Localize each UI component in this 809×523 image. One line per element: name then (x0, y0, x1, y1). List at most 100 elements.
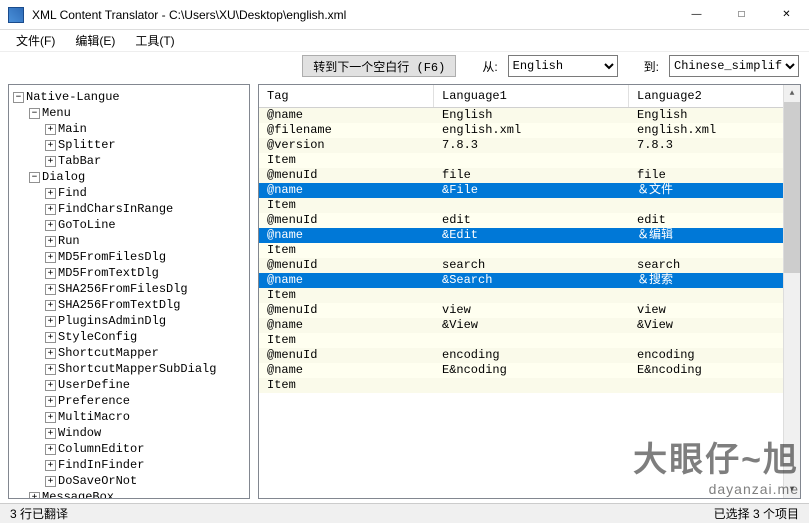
menu-edit[interactable]: 编辑(E) (65, 30, 125, 51)
menu-file[interactable]: 文件(F) (6, 30, 65, 51)
table-row[interactable]: @name&Search＆搜索 (259, 273, 800, 288)
scroll-up-icon[interactable]: ▲ (784, 85, 800, 102)
table-row[interactable]: @menuIdsearchsearch (259, 258, 800, 273)
minimize-button[interactable]: — (674, 0, 719, 30)
list-header: Tag Language1 Language2 (259, 85, 800, 108)
plus-icon[interactable]: + (45, 300, 56, 311)
window-title: XML Content Translator - C:\Users\XU\Des… (32, 8, 674, 22)
tree-node[interactable]: UserDefine (58, 377, 130, 393)
tree-node[interactable]: StyleConfig (58, 329, 137, 345)
tree-node[interactable]: MD5FromTextDlg (58, 265, 159, 281)
table-row[interactable]: Item (259, 243, 800, 258)
plus-icon[interactable]: + (45, 332, 56, 343)
tree-node[interactable]: DoSaveOrNot (58, 473, 137, 489)
plus-icon[interactable]: + (45, 140, 56, 151)
tree-node[interactable]: ShortcutMapperSubDialg (58, 361, 216, 377)
tree-node[interactable]: SHA256FromTextDlg (58, 297, 180, 313)
from-label: 从: (482, 58, 497, 75)
tree-node[interactable]: FindInFinder (58, 457, 144, 473)
list-panel[interactable]: Tag Language1 Language2 @nameEnglishEngl… (258, 84, 801, 499)
list-scrollbar[interactable]: ▲ ▼ (783, 85, 800, 498)
app-icon (8, 7, 24, 23)
tree-node[interactable]: PluginsAdminDlg (58, 313, 166, 329)
table-row[interactable]: @menuIdviewview (259, 303, 800, 318)
to-select[interactable]: Chinese_simplifi (669, 55, 799, 77)
tree-node[interactable]: Dialog (42, 169, 85, 185)
plus-icon[interactable]: + (45, 380, 56, 391)
to-label: 到: (644, 58, 659, 75)
maximize-button[interactable]: □ (719, 0, 764, 30)
goto-blank-button[interactable]: 转到下一个空白行 (F6) (302, 55, 456, 77)
col-tag[interactable]: Tag (259, 85, 434, 107)
toolbar: 转到下一个空白行 (F6) 从: English 到: Chinese_simp… (0, 52, 809, 80)
tree-node[interactable]: Window (58, 425, 101, 441)
plus-icon[interactable]: + (45, 396, 56, 407)
titlebar: XML Content Translator - C:\Users\XU\Des… (0, 0, 809, 30)
tree-node[interactable]: Main (58, 121, 87, 137)
plus-icon[interactable]: + (45, 124, 56, 135)
tree-node[interactable]: FindCharsInRange (58, 201, 173, 217)
tree-node[interactable]: SHA256FromFilesDlg (58, 281, 188, 297)
plus-icon[interactable]: + (45, 348, 56, 359)
table-row[interactable]: @filenameenglish.xmlenglish.xml (259, 123, 800, 138)
client-area: −Native-Langue−Menu+Main+Splitter+TabBar… (0, 80, 809, 503)
plus-icon[interactable]: + (45, 476, 56, 487)
plus-icon[interactable]: + (45, 316, 56, 327)
tree-node[interactable]: ShortcutMapper (58, 345, 159, 361)
plus-icon[interactable]: + (45, 428, 56, 439)
plus-icon[interactable]: + (45, 444, 56, 455)
minus-icon[interactable]: − (13, 92, 24, 103)
tree-node[interactable]: Run (58, 233, 80, 249)
plus-icon[interactable]: + (45, 204, 56, 215)
tree-node[interactable]: MessageBox (42, 489, 114, 499)
status-right: 已选择 3 个项目 (714, 505, 799, 522)
tree-node[interactable]: Menu (42, 105, 71, 121)
table-row[interactable]: Item (259, 153, 800, 168)
plus-icon[interactable]: + (29, 492, 40, 500)
statusbar: 3 行已翻译 已选择 3 个项目 (0, 503, 809, 523)
status-left: 3 行已翻译 (10, 505, 68, 522)
table-row[interactable]: @name&Edit＆编辑 (259, 228, 800, 243)
table-row[interactable]: @version7.8.37.8.3 (259, 138, 800, 153)
tree-node[interactable]: MultiMacro (58, 409, 130, 425)
from-select[interactable]: English (508, 55, 618, 77)
plus-icon[interactable]: + (45, 364, 56, 375)
plus-icon[interactable]: + (45, 284, 56, 295)
tree-node[interactable]: Splitter (58, 137, 116, 153)
tree-node[interactable]: Find (58, 185, 87, 201)
table-row[interactable]: @nameE&ncodingE&ncoding (259, 363, 800, 378)
table-row[interactable]: Item (259, 333, 800, 348)
plus-icon[interactable]: + (45, 460, 56, 471)
col-lang2[interactable]: Language2 (629, 85, 800, 107)
minus-icon[interactable]: − (29, 172, 40, 183)
tree-node[interactable]: Native-Langue (26, 89, 120, 105)
table-row[interactable]: @nameEnglishEnglish (259, 108, 800, 123)
plus-icon[interactable]: + (45, 156, 56, 167)
table-row[interactable]: Item (259, 288, 800, 303)
tree-node[interactable]: TabBar (58, 153, 101, 169)
scroll-down-icon[interactable]: ▼ (784, 481, 800, 498)
col-lang1[interactable]: Language1 (434, 85, 629, 107)
minus-icon[interactable]: − (29, 108, 40, 119)
table-row[interactable]: Item (259, 378, 800, 393)
table-row[interactable]: @name&View&View (259, 318, 800, 333)
table-row[interactable]: @menuIdeditedit (259, 213, 800, 228)
tree-node[interactable]: Preference (58, 393, 130, 409)
close-button[interactable]: ✕ (764, 0, 809, 30)
tree-node[interactable]: MD5FromFilesDlg (58, 249, 166, 265)
plus-icon[interactable]: + (45, 252, 56, 263)
menubar: 文件(F) 编辑(E) 工具(T) (0, 30, 809, 52)
plus-icon[interactable]: + (45, 236, 56, 247)
tree-panel[interactable]: −Native-Langue−Menu+Main+Splitter+TabBar… (8, 84, 250, 499)
menu-tools[interactable]: 工具(T) (125, 30, 184, 51)
plus-icon[interactable]: + (45, 412, 56, 423)
tree-node[interactable]: ColumnEditor (58, 441, 144, 457)
table-row[interactable]: Item (259, 198, 800, 213)
tree-node[interactable]: GoToLine (58, 217, 116, 233)
plus-icon[interactable]: + (45, 220, 56, 231)
table-row[interactable]: @name&File＆文件 (259, 183, 800, 198)
table-row[interactable]: @menuIdencodingencoding (259, 348, 800, 363)
table-row[interactable]: @menuIdfilefile (259, 168, 800, 183)
plus-icon[interactable]: + (45, 268, 56, 279)
plus-icon[interactable]: + (45, 188, 56, 199)
